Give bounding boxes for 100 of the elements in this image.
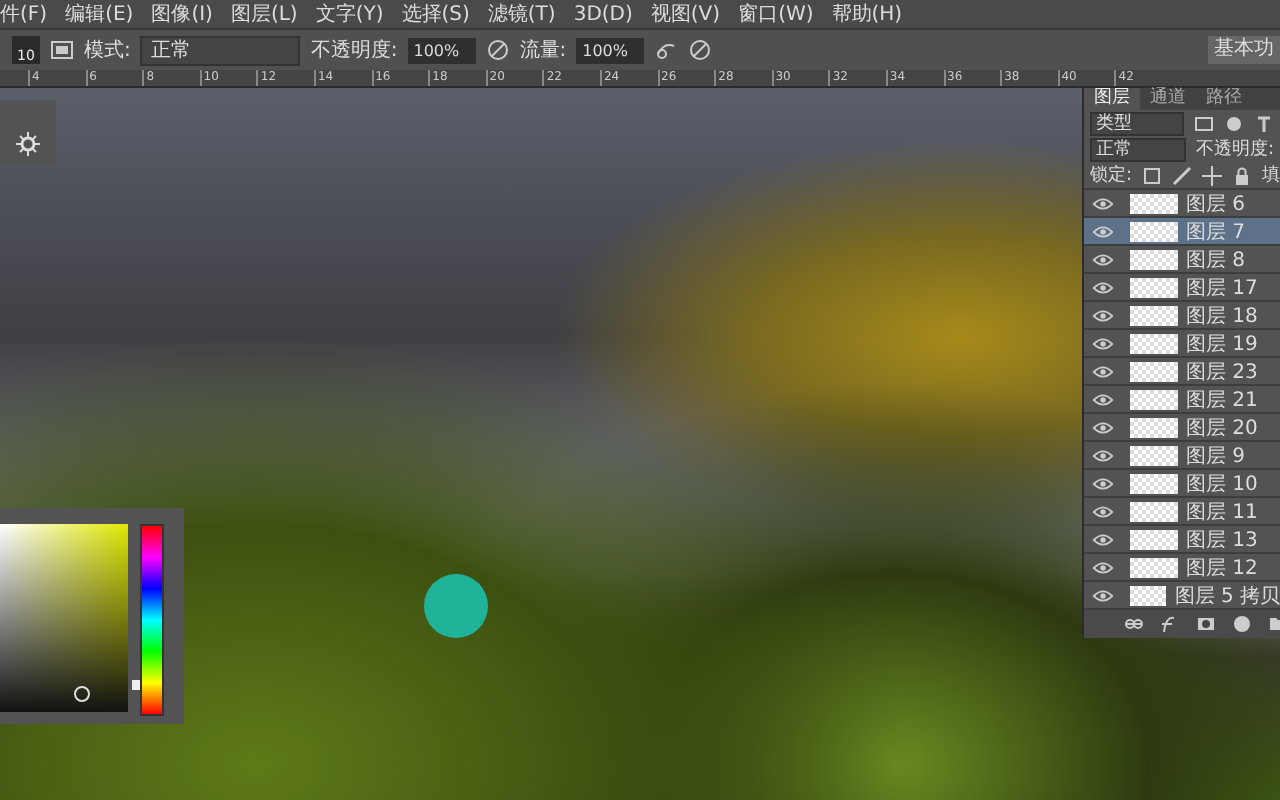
layer-thumbnail	[1130, 529, 1178, 549]
panel-tab[interactable]: 图层	[1084, 88, 1140, 110]
layer-thumbnail	[1130, 417, 1178, 437]
pressure-size-icon[interactable]	[688, 38, 713, 62]
mode-dropdown[interactable]: 正常	[140, 35, 301, 65]
menu-item[interactable]: 图像(I)	[151, 0, 213, 28]
effects-icon[interactable]	[1160, 614, 1180, 634]
type-filter-icon[interactable]	[1254, 113, 1274, 133]
menu-item[interactable]: 编辑(E)	[65, 0, 134, 28]
menu-item[interactable]: 滤镜(T)	[487, 0, 556, 28]
eye-icon[interactable]	[1092, 335, 1114, 351]
layer-row[interactable]: 图层 21	[1084, 384, 1280, 412]
brush-panel-icon[interactable]	[50, 38, 74, 62]
layer-row[interactable]: 图层 12	[1084, 552, 1280, 580]
menu-item[interactable]: 帮助(H)	[831, 0, 903, 28]
brush-icon[interactable]	[1172, 165, 1193, 185]
opacity-label: 不透明度:	[310, 37, 398, 64]
lock-label: 锁定:	[1090, 163, 1133, 188]
link-icon[interactable]	[1124, 614, 1144, 634]
layer-row[interactable]: 图层 13	[1084, 524, 1280, 552]
eye-icon[interactable]	[1092, 279, 1114, 295]
move-icon[interactable]	[1202, 165, 1223, 185]
airbrush-icon[interactable]	[654, 38, 679, 62]
layer-name: 图层 7	[1186, 219, 1246, 245]
layer-thumbnail	[1130, 361, 1178, 381]
eye-icon[interactable]	[1092, 419, 1114, 435]
eye-icon[interactable]	[1092, 307, 1114, 323]
eye-icon[interactable]	[1092, 475, 1114, 491]
color-field[interactable]	[0, 524, 128, 712]
hue-slider-thumb[interactable]	[132, 679, 140, 690]
menu-item[interactable]: 窗口(W)	[738, 0, 814, 28]
pressure-icon[interactable]	[485, 38, 510, 62]
eye-icon[interactable]	[1092, 251, 1114, 267]
panel-tab[interactable]: 通道	[1140, 88, 1196, 110]
menu-item[interactable]: 图层(L)	[230, 0, 298, 28]
opacity-field[interactable]: 100%	[407, 37, 476, 63]
lock-pixels-icon[interactable]	[1142, 165, 1163, 185]
layer-thumbnail	[1130, 193, 1178, 213]
adjustment-filter-icon[interactable]	[1224, 113, 1244, 133]
fill-label: 填	[1262, 163, 1280, 188]
menu-item[interactable]: 3D(D)	[573, 3, 633, 25]
layer-row[interactable]: 图层 20	[1084, 412, 1280, 440]
layer-name: 图层 9	[1186, 443, 1246, 469]
layer-thumbnail	[1130, 557, 1178, 577]
layer-thumbnail	[1130, 501, 1178, 521]
layer-name: 图层 20	[1186, 415, 1258, 441]
lock-icon[interactable]	[1232, 165, 1253, 185]
layer-thumbnail	[1130, 473, 1178, 493]
layer-row[interactable]: 图层 23	[1084, 356, 1280, 384]
layer-name: 图层 6	[1186, 191, 1246, 217]
layer-thumbnail	[1130, 221, 1178, 241]
layer-row[interactable]: 图层 19	[1084, 328, 1280, 356]
layer-thumbnail	[1130, 249, 1178, 269]
layer-name: 图层 18	[1186, 303, 1258, 329]
layer-name: 图层 23	[1186, 359, 1258, 385]
menu-item[interactable]: 文字(Y)	[315, 0, 384, 28]
adjustment-icon[interactable]	[1232, 614, 1252, 634]
layer-thumbnail	[1130, 333, 1178, 353]
eye-icon[interactable]	[1092, 195, 1114, 211]
mode-label: 模式:	[84, 37, 131, 64]
layer-thumbnail	[1130, 585, 1167, 605]
opacity-label: 不透明度:	[1195, 137, 1274, 162]
layer-row[interactable]: 图层 10	[1084, 468, 1280, 496]
menu-item[interactable]: 视图(V)	[650, 0, 721, 28]
eye-icon[interactable]	[1092, 363, 1114, 379]
layer-name: 图层 13	[1186, 527, 1258, 553]
eye-icon[interactable]	[1092, 447, 1114, 463]
panel-tab[interactable]: 路径	[1196, 88, 1252, 110]
settings-icon[interactable]	[14, 130, 42, 158]
layer-row[interactable]: 图层 11	[1084, 496, 1280, 524]
layer-name: 图层 12	[1186, 555, 1258, 581]
blend-mode-dropdown[interactable]: 正常	[1090, 137, 1186, 161]
eye-icon[interactable]	[1092, 223, 1114, 239]
color-selector-icon[interactable]	[74, 686, 90, 702]
eye-icon[interactable]	[1092, 587, 1114, 603]
mask-icon[interactable]	[1196, 614, 1216, 634]
brush-cursor-icon	[424, 574, 488, 638]
filter-dropdown[interactable]: 类型	[1090, 111, 1184, 135]
layer-thumbnail	[1130, 389, 1178, 409]
layer-thumbnail	[1130, 277, 1178, 297]
image-filter-icon[interactable]	[1194, 113, 1214, 133]
layer-row[interactable]: 图层 9	[1084, 440, 1280, 468]
layer-name: 图层 10	[1186, 471, 1258, 497]
eye-icon[interactable]	[1092, 559, 1114, 575]
layer-name: 图层 21	[1186, 387, 1258, 413]
eye-icon[interactable]	[1092, 503, 1114, 519]
workspace-button[interactable]: 基本功	[1208, 36, 1280, 64]
menu-item[interactable]: 件(F)	[0, 0, 48, 28]
layer-row[interactable]: 图层 7	[1084, 216, 1280, 244]
layer-row[interactable]: 图层 18	[1084, 300, 1280, 328]
layer-thumbnail	[1130, 305, 1178, 325]
layer-row[interactable]: 图层 8	[1084, 244, 1280, 272]
eye-icon[interactable]	[1092, 391, 1114, 407]
flow-label: 流量:	[519, 37, 567, 64]
layer-row[interactable]: 图层 17	[1084, 272, 1280, 300]
layer-name: 图层 8	[1186, 247, 1246, 273]
menu-item[interactable]: 选择(S)	[401, 0, 470, 28]
eye-icon[interactable]	[1092, 531, 1114, 547]
layer-name: 图层 5 拷贝	[1174, 583, 1280, 609]
flow-field[interactable]: 100%	[576, 37, 645, 63]
